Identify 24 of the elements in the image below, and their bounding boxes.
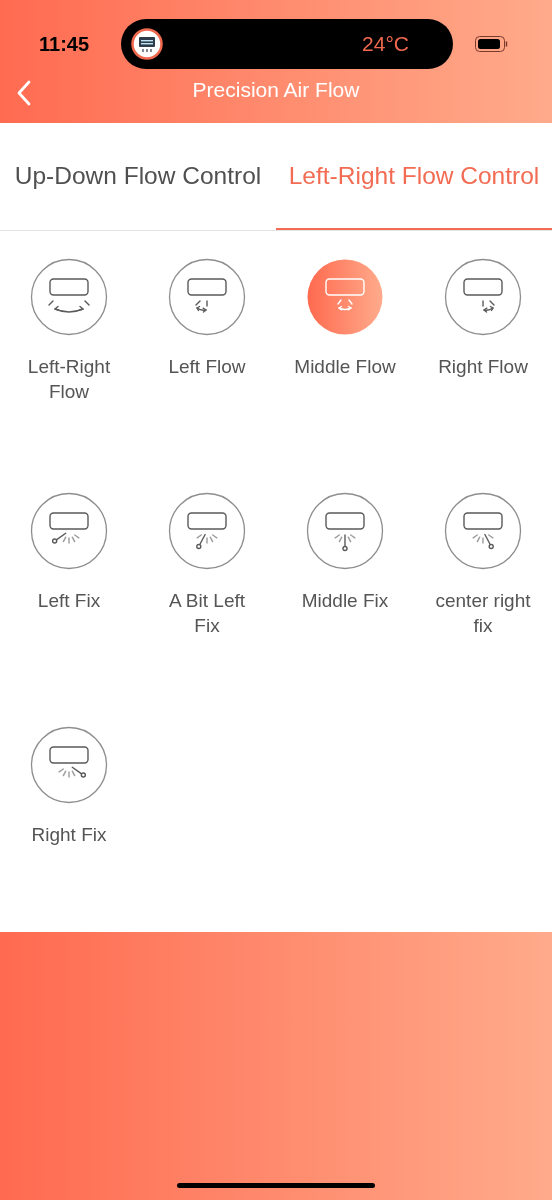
mode-button[interactable] [444,258,522,336]
mode-label: Right Flow [437,355,529,379]
mode-label: center right fix [434,589,532,638]
mode-button[interactable] [444,492,522,570]
mode-label: Middle Fix [300,589,390,613]
mode-button[interactable] [306,492,384,570]
air-conditioner-icon [131,28,163,60]
status-time: 11:45 [39,33,90,56]
mode-label: Right Fix [30,823,108,847]
temperature-reading: 24°C [362,32,409,56]
mode-label: A Bit Left Fix [167,589,246,638]
screen-title: Precision Air Flow [192,77,360,102]
mode-button[interactable] [30,726,108,804]
battery-icon [475,36,509,52]
mode-button[interactable] [306,258,384,336]
mode-button[interactable] [168,258,246,336]
mode-label: Left Fix [36,589,102,613]
mode-label: Left Flow [167,355,247,379]
mode-button[interactable] [168,492,246,570]
back-icon[interactable] [16,80,32,106]
mode-label: Middle Flow [293,355,397,379]
mode-button[interactable] [30,258,108,336]
mode-button[interactable] [30,492,108,570]
mode-label: Left-Right Flow [26,355,112,404]
